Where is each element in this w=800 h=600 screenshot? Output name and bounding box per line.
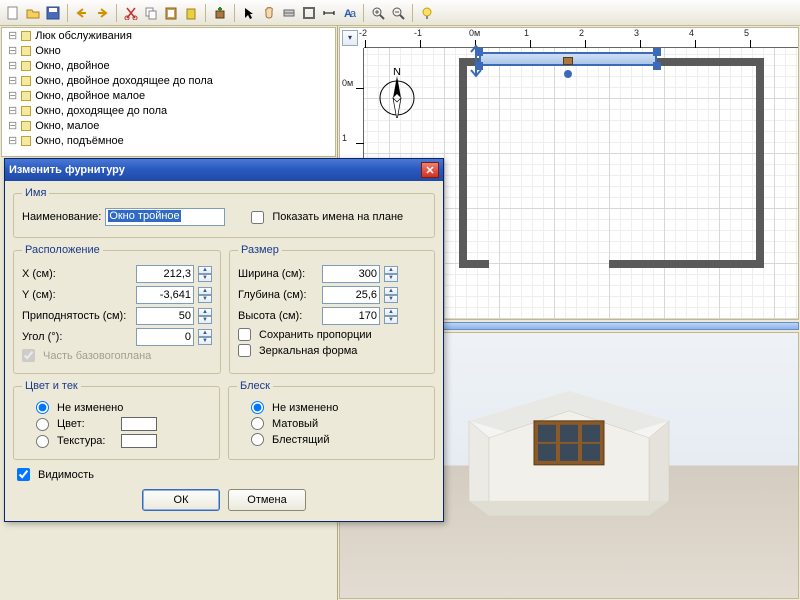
name-label: Наименование: (22, 211, 101, 223)
undo-icon[interactable] (73, 4, 91, 22)
pan-icon[interactable] (260, 4, 278, 22)
zoom-in-icon[interactable] (369, 4, 387, 22)
ruler-horizontal: -2-10м1234567 (364, 28, 798, 48)
open-icon[interactable] (24, 4, 42, 22)
room-3d-model (449, 370, 689, 543)
matte-radio[interactable] (251, 417, 264, 430)
list-item[interactable]: ⊟Окно, двойное доходящее до пола (2, 73, 335, 88)
cut-icon[interactable] (122, 4, 140, 22)
shine-unchanged-radio[interactable] (251, 401, 264, 414)
list-item[interactable]: ⊟Окно, двойное малое (2, 88, 335, 103)
furniture-icon (21, 136, 31, 146)
save-icon[interactable] (44, 4, 62, 22)
pointer-icon[interactable] (240, 4, 258, 22)
dialog-title: Изменить фурнитуру (9, 164, 421, 176)
furniture-icon (21, 121, 31, 131)
x-input[interactable] (136, 265, 194, 283)
show-names-checkbox[interactable] (251, 211, 264, 224)
plan-level-button[interactable]: ▾ (342, 30, 358, 46)
modify-furniture-dialog: Изменить фурнитуру ✕ Имя Наименование: О… (4, 158, 444, 522)
cancel-button[interactable]: Отмена (228, 489, 306, 511)
group-color: Цвет и тек Не изменено Цвет: Текстура: (13, 380, 220, 460)
list-item[interactable]: ⊟Окно, доходящее до пола (2, 103, 335, 118)
redo-icon[interactable] (93, 4, 111, 22)
room-outline (459, 58, 764, 268)
angle-input[interactable] (136, 328, 194, 346)
x-spinner[interactable]: ▲▼ (198, 266, 212, 282)
depth-input[interactable] (322, 286, 380, 304)
keep-proportions-checkbox[interactable] (238, 328, 251, 341)
dialog-titlebar[interactable]: Изменить фурнитуру ✕ (5, 159, 443, 181)
group-size: Размер Ширина (см): ▲▼ Глубина (см): ▲▼ … (229, 244, 435, 374)
furniture-icon (21, 91, 31, 101)
svg-text:a: a (350, 8, 356, 20)
list-item[interactable]: ⊟Окно, подъёмное (2, 133, 335, 148)
furniture-icon (21, 61, 31, 71)
main-toolbar: Aa (0, 0, 800, 26)
color-unchanged-radio[interactable] (36, 401, 49, 414)
delete-icon[interactable] (182, 4, 200, 22)
height-input[interactable] (322, 307, 380, 325)
height-spinner[interactable]: ▲▼ (384, 308, 398, 324)
selected-window-object[interactable] (479, 52, 657, 66)
shiny-radio[interactable] (251, 433, 264, 446)
zoom-out-icon[interactable] (389, 4, 407, 22)
list-item[interactable]: ⊟Окно, двойное (2, 58, 335, 73)
width-input[interactable] (322, 265, 380, 283)
color-radio[interactable] (36, 418, 49, 431)
furniture-icon (21, 31, 31, 41)
furniture-icon (21, 106, 31, 116)
text-icon[interactable]: Aa (340, 4, 358, 22)
copy-icon[interactable] (142, 4, 160, 22)
elevation-input[interactable] (136, 307, 194, 325)
compass-icon: N (372, 68, 422, 118)
baseplan-checkbox (22, 349, 35, 362)
group-location: Расположение X (см): ▲▼ Y (см): ▲▼ Припо… (13, 244, 221, 374)
color-swatch-button[interactable] (121, 417, 157, 431)
width-spinner[interactable]: ▲▼ (384, 266, 398, 282)
list-item[interactable]: ⊟Люк обслуживания (2, 28, 335, 43)
group-name: Имя Наименование: Окно тройное Показать … (13, 187, 435, 238)
room-icon[interactable] (300, 4, 318, 22)
svg-text:N: N (393, 68, 401, 78)
y-spinner[interactable]: ▲▼ (198, 287, 212, 303)
texture-radio[interactable] (36, 435, 49, 448)
dimension-icon[interactable] (320, 4, 338, 22)
name-input[interactable]: Окно тройное (108, 210, 180, 222)
wall-icon[interactable] (280, 4, 298, 22)
ok-button[interactable]: ОК (142, 489, 220, 511)
visibility-checkbox[interactable] (17, 468, 30, 481)
list-item[interactable]: ⊟Окно, малое (2, 118, 335, 133)
list-item[interactable]: ⊟Окно (2, 43, 335, 58)
angle-spinner[interactable]: ▲▼ (198, 329, 212, 345)
group-shine: Блеск Не изменено Матовый Блестящий (228, 380, 435, 460)
paste-icon[interactable] (162, 4, 180, 22)
depth-spinner[interactable]: ▲▼ (384, 287, 398, 303)
add-furniture-icon[interactable] (211, 4, 229, 22)
elevation-spinner[interactable]: ▲▼ (198, 308, 212, 324)
furniture-icon (21, 46, 31, 56)
texture-swatch-button[interactable] (121, 434, 157, 448)
mirror-checkbox[interactable] (238, 344, 251, 357)
hint-icon[interactable] (418, 4, 436, 22)
close-icon[interactable]: ✕ (421, 162, 439, 178)
y-input[interactable] (136, 286, 194, 304)
furniture-icon (21, 76, 31, 86)
furniture-list[interactable]: ⊟Люк обслуживания⊟Окно⊟Окно, двойное⊟Окн… (1, 27, 336, 157)
new-icon[interactable] (4, 4, 22, 22)
